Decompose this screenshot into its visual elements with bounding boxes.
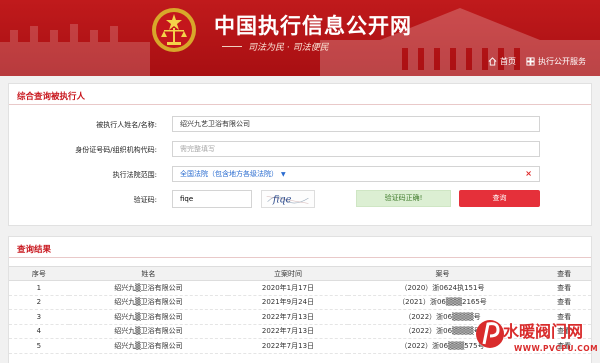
col-header-no: 序号 [9,266,69,281]
captcha-label: 验证码: [133,196,157,204]
court-label: 执行法院范围: [112,171,157,179]
query-panel-divider [9,104,591,105]
cell-name: 绍兴九▒卫浴有限公司 [68,338,229,354]
col-header-date: 立案时间 [228,266,348,281]
clear-icon[interactable]: × [525,167,532,181]
cell-no: 3 [9,309,69,325]
slogan-divider [222,46,242,47]
watermark-url: WWW.PVCPU.COM [514,344,599,353]
captcha-input[interactable] [172,190,252,208]
site-header: 中国执行信息公开网 司法为民 · 司法便民 首页 执行公开服务 [0,0,600,76]
cell-no: 5 [9,338,69,354]
captcha-status-badge: 验证码正确! [356,190,451,207]
slogan-row: 司法为民 · 司法便民 [222,40,329,53]
cell-no: 4 [9,324,69,339]
nav-service-label: 执行公开服务 [538,57,586,66]
cell-name: 绍兴九▒卫浴有限公司 [68,324,229,339]
home-icon [488,57,497,66]
grid-icon [526,57,535,66]
top-nav: 首页 执行公开服务 [488,56,586,67]
results-panel-title: 查询结果 [17,245,52,255]
table-header-row: 序号 姓名 立案时间 案号 查看 [9,266,591,281]
query-button[interactable]: 查询 [459,190,540,207]
results-panel-divider [9,257,591,258]
query-panel-title: 综合查询被执行人 [17,92,86,102]
col-header-name: 姓名 [68,266,229,281]
id-input[interactable] [172,141,540,157]
watermark-text: 水暖阀门网 [503,322,584,341]
captcha-image[interactable]: fiqe [261,190,315,208]
cell-name: 绍兴九▒卫浴有限公司 [68,295,229,310]
court-select-value: 全国法院（包含地方各级法院） ▼ [180,167,286,182]
cell-case: （2020）浙0624执151号 [347,280,538,296]
col-header-view: 查看 [537,266,591,281]
court-select-text: 全国法院（包含地方各级法院） [180,169,278,178]
cell-no: 1 [9,280,69,296]
table-row: 1 绍兴九▒卫浴有限公司 2020年1月17日 （2020）浙0624执151号… [9,280,591,296]
id-label: 身份证号码/组织机构代码: [75,146,157,154]
caret-down-icon: ▼ [281,170,286,178]
cell-date: 2022年7月13日 [228,324,348,339]
cell-date: 2022年7月13日 [228,309,348,325]
query-panel: 综合查询被执行人 被执行人姓名/名称: 身份证号码/组织机构代码: 执行法院范围… [8,83,592,226]
site-slogan: 司法为民 · 司法便民 [248,43,329,53]
cell-name: 绍兴九▒卫浴有限公司 [68,280,229,296]
view-link[interactable]: 查看 [537,280,591,296]
cell-name: 绍兴九▒卫浴有限公司 [68,309,229,325]
site-title: 中国执行信息公开网 [214,13,412,38]
court-select[interactable]: 全国法院（包含地方各级法院） ▼ × [172,166,540,182]
cell-date: 2021年9月24日 [228,295,348,310]
nav-service-link[interactable]: 执行公开服务 [526,56,586,67]
captcha-image-text: fiqe [272,195,292,206]
col-header-case: 案号 [347,266,538,281]
nav-home-link[interactable]: 首页 [488,56,516,67]
name-label: 被执行人姓名/名称: [96,121,157,129]
cell-date: 2020年1月17日 [228,280,348,296]
cell-no: 2 [9,295,69,310]
court-emblem-icon [152,8,196,52]
nav-home-label: 首页 [500,57,516,66]
cell-date: 2022年7月13日 [228,338,348,354]
name-input[interactable] [172,116,540,132]
building-silhouette-left [0,24,150,76]
